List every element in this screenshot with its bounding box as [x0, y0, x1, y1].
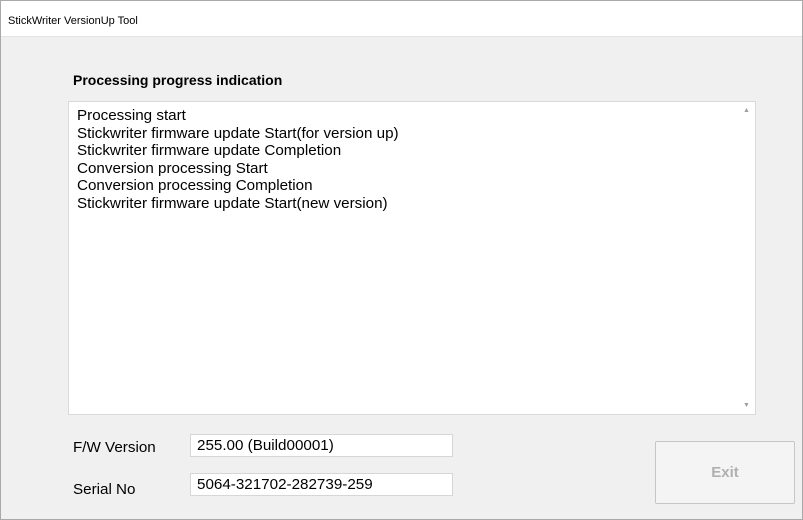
fw-version-field[interactable]: 255.00 (Build00001): [190, 434, 453, 457]
serial-no-field[interactable]: 5064-321702-282739-259: [190, 473, 453, 496]
log-line: Stickwriter firmware update Completion: [77, 142, 342, 159]
window-title: StickWriter VersionUp Tool: [8, 15, 138, 27]
progress-log-lines: Processing start Stickwriter firmware up…: [77, 107, 399, 212]
app-window: StickWriter VersionUp Tool Processing pr…: [0, 0, 803, 520]
log-line: Stickwriter firmware update Start(new ve…: [77, 194, 388, 212]
progress-log[interactable]: Processing start Stickwriter firmware up…: [68, 101, 756, 415]
exit-button[interactable]: Exit: [655, 441, 795, 504]
fw-version-label: F/W Version: [73, 439, 156, 456]
serial-no-label: Serial No: [73, 481, 136, 498]
log-line: Stickwriter firmware update Start(for ve…: [77, 124, 399, 142]
scroll-down-arrow-icon[interactable]: ▼: [738, 397, 755, 414]
progress-heading: Processing progress indication: [73, 72, 283, 88]
vertical-scrollbar[interactable]: ▲ ▼: [738, 102, 755, 414]
log-line: Processing start: [77, 107, 186, 124]
log-line: Conversion processing Completion: [77, 177, 313, 194]
scroll-up-arrow-icon[interactable]: ▲: [738, 102, 755, 119]
title-bar[interactable]: StickWriter VersionUp Tool: [1, 1, 802, 37]
log-line: Conversion processing Start: [77, 159, 268, 177]
